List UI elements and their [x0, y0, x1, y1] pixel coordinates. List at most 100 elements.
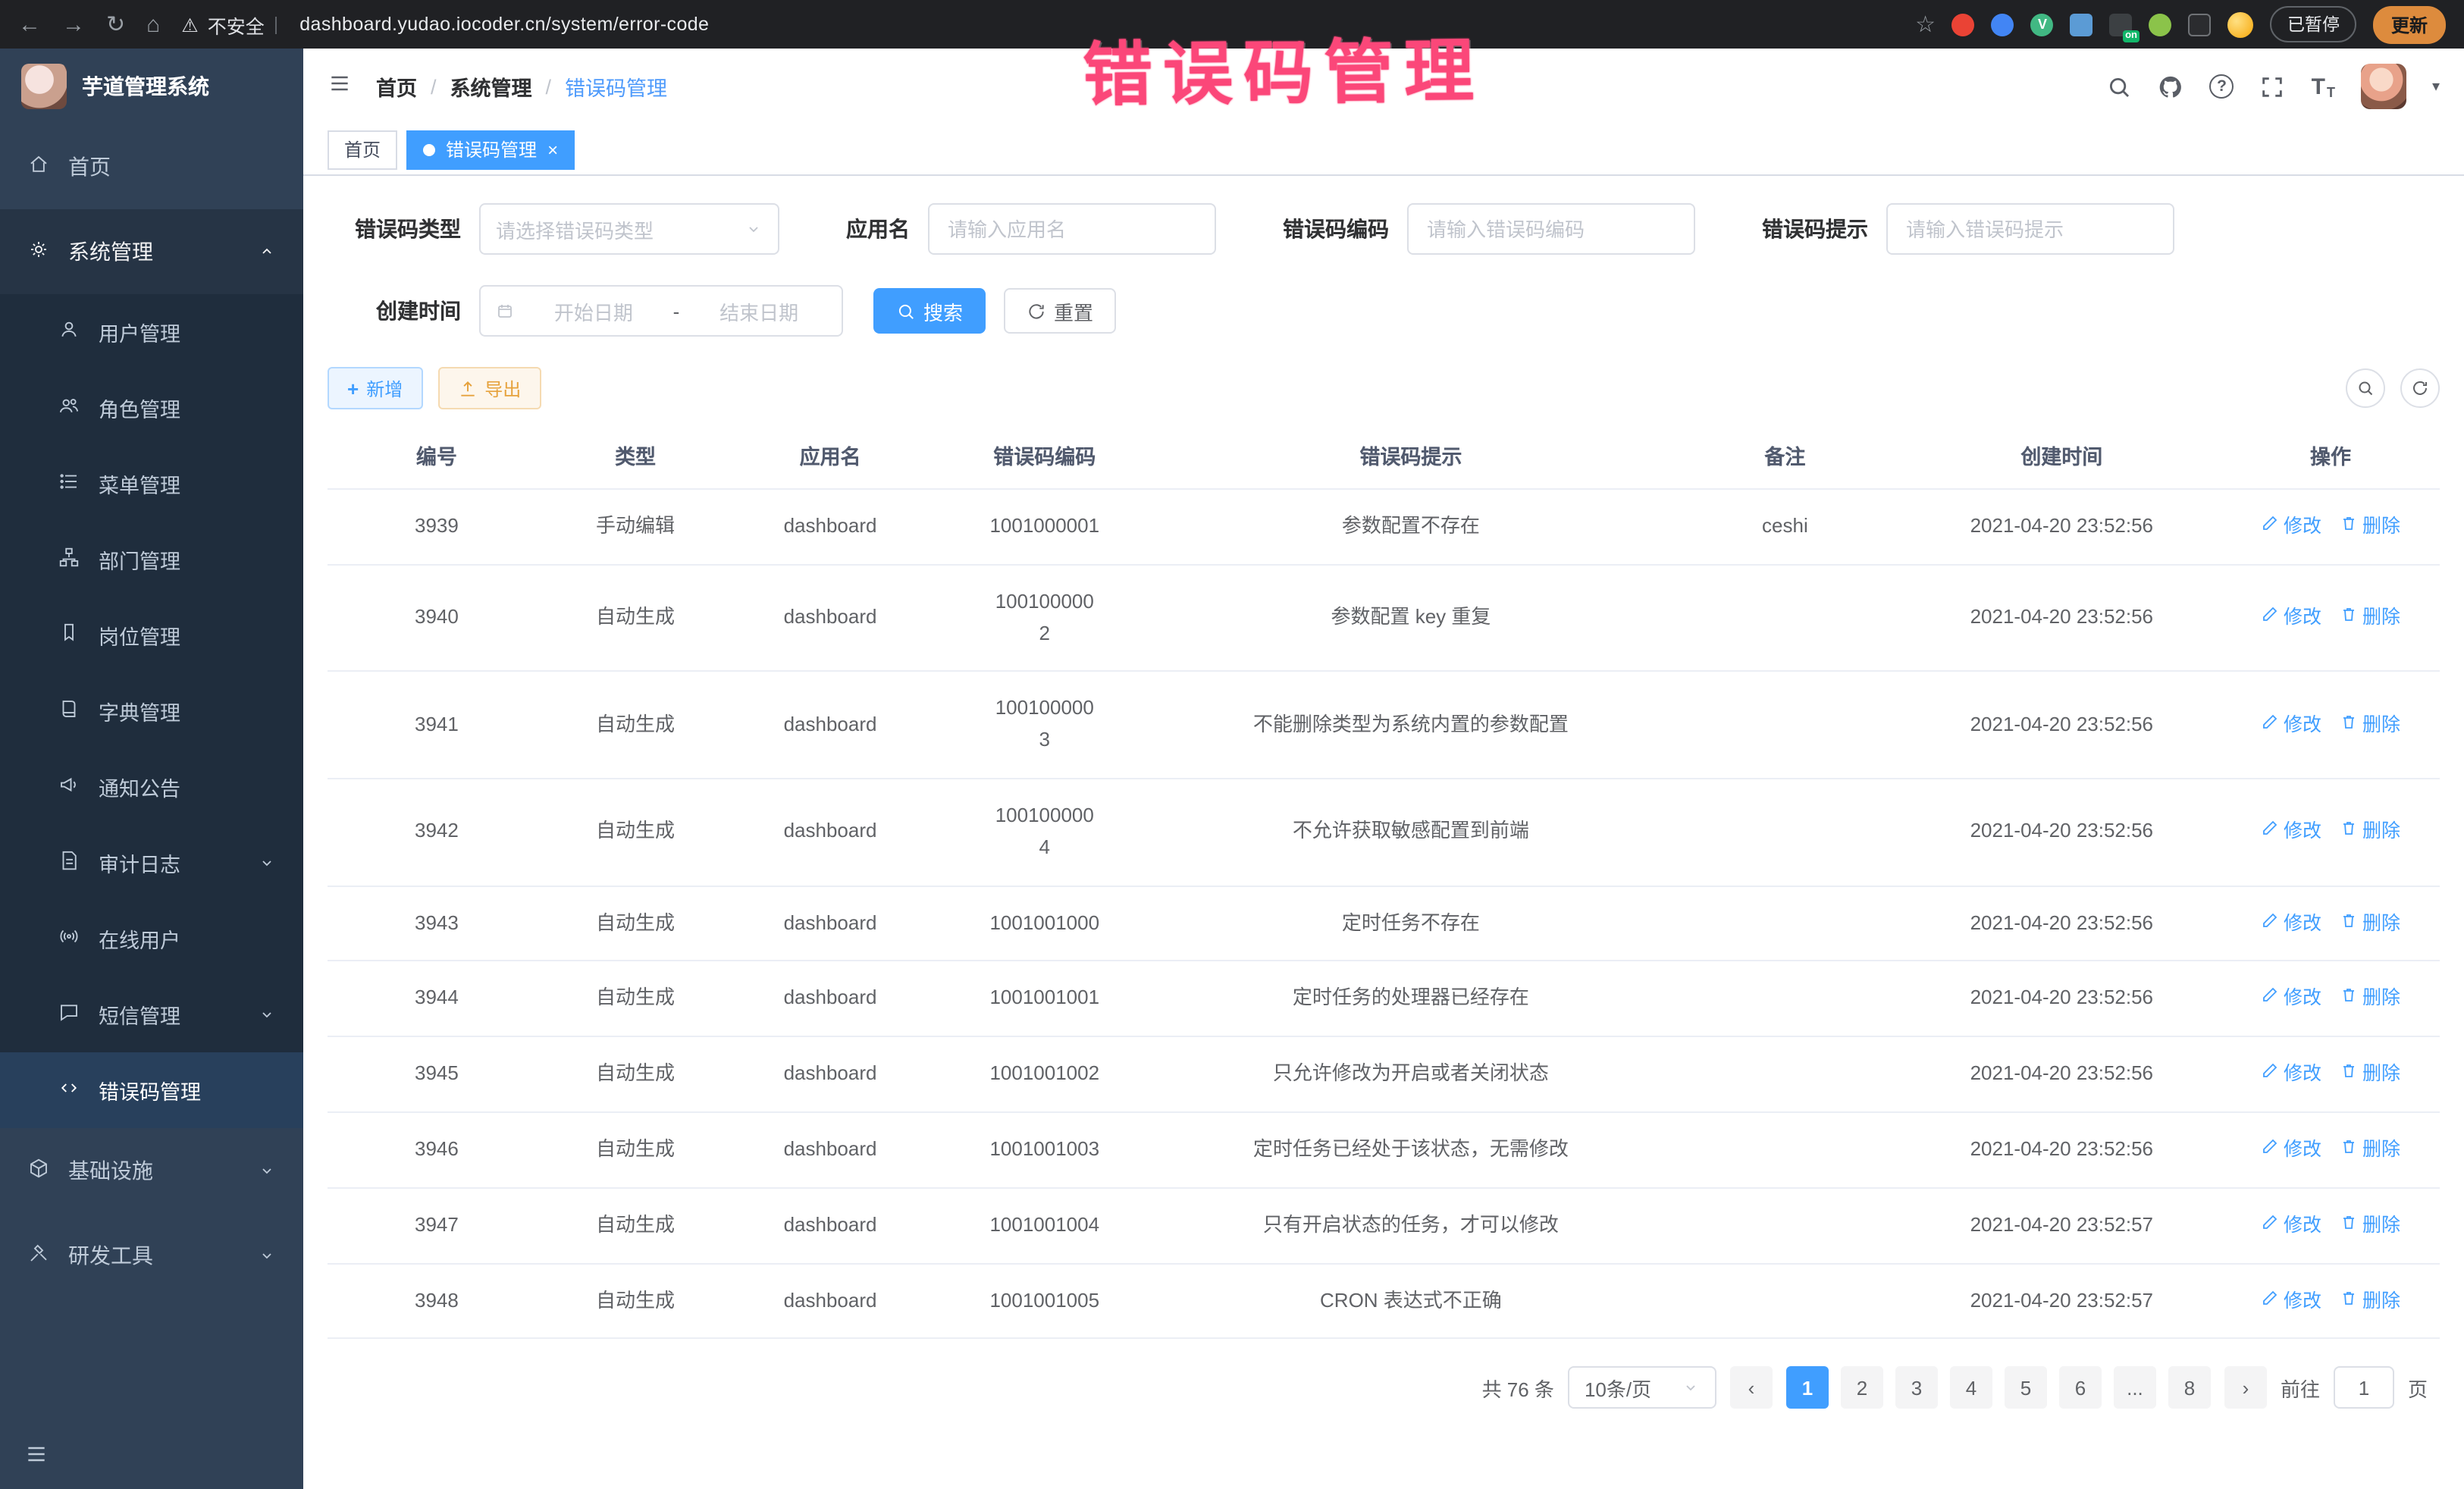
- refresh-table-button[interactable]: [2400, 368, 2440, 408]
- page-button[interactable]: 5: [2005, 1367, 2047, 1409]
- browser-profile-avatar[interactable]: [2228, 11, 2254, 37]
- page-button[interactable]: 8: [2168, 1367, 2211, 1409]
- breadcrumb-separator: /: [546, 75, 552, 98]
- delete-link[interactable]: 删除: [2340, 983, 2400, 1014]
- paused-badge[interactable]: 已暂停: [2271, 6, 2356, 42]
- page-button[interactable]: 4: [1950, 1367, 1992, 1409]
- toggle-search-button[interactable]: [2346, 368, 2385, 408]
- sidebar-item-posts[interactable]: 岗位管理: [0, 597, 303, 673]
- fullscreen-icon[interactable]: [2260, 74, 2286, 99]
- error-msg-input[interactable]: [1903, 216, 2158, 242]
- col-remark: 备注: [1668, 422, 1901, 489]
- home-icon[interactable]: ⌂: [146, 13, 160, 36]
- table-row: 3942自动生成dashboard1001000004不允许获取敏感配置到前端2…: [328, 779, 2440, 886]
- github-icon[interactable]: [2158, 74, 2184, 99]
- edit-link[interactable]: 修改: [2261, 710, 2321, 740]
- hamburger-icon[interactable]: [328, 71, 352, 102]
- proxy-ext-icon[interactable]: on: [2110, 13, 2133, 36]
- ext-grid-icon[interactable]: [2071, 13, 2093, 36]
- breadcrumb-home[interactable]: 首页: [376, 71, 417, 102]
- delete-link[interactable]: 删除: [2340, 908, 2400, 938]
- delete-link[interactable]: 删除: [2340, 602, 2400, 632]
- sidebar-item-system[interactable]: 系统管理: [0, 209, 303, 294]
- sidebar-item-notices[interactable]: 通知公告: [0, 749, 303, 825]
- edit-link[interactable]: 修改: [2261, 1058, 2321, 1089]
- bookmark-star-icon[interactable]: ☆: [1915, 13, 1936, 36]
- edit-link[interactable]: 修改: [2261, 1210, 2321, 1240]
- tab-close-icon[interactable]: ×: [547, 140, 558, 158]
- sidebar-item-devtools[interactable]: 研发工具: [0, 1213, 303, 1298]
- tab-error-code[interactable]: 错误码管理 ×: [406, 130, 575, 169]
- delete-link[interactable]: 删除: [2340, 1134, 2400, 1165]
- font-size-icon[interactable]: TT: [2312, 74, 2335, 99]
- page-button[interactable]: 1: [1786, 1367, 1829, 1409]
- reset-button[interactable]: 重置: [1004, 288, 1116, 334]
- add-button[interactable]: + 新增: [328, 367, 422, 409]
- page-more-button[interactable]: ...: [2114, 1367, 2156, 1409]
- sidebar-collapse-icon[interactable]: [24, 1442, 49, 1474]
- delete-link[interactable]: 删除: [2340, 1058, 2400, 1089]
- user-avatar[interactable]: [2361, 64, 2406, 109]
- goto-label: 前往: [2281, 1374, 2320, 1403]
- reload-icon[interactable]: ↻: [106, 13, 125, 36]
- delete-link[interactable]: 删除: [2340, 1210, 2400, 1240]
- edit-link[interactable]: 修改: [2261, 908, 2321, 938]
- export-button[interactable]: 导出: [437, 367, 541, 409]
- edit-link[interactable]: 修改: [2261, 602, 2321, 632]
- delete-link[interactable]: 删除: [2340, 710, 2400, 740]
- delete-link[interactable]: 删除: [2340, 511, 2400, 541]
- sidebar-item-online-users[interactable]: 在线用户: [0, 901, 303, 976]
- ext-red-icon[interactable]: [1952, 13, 1975, 36]
- edit-link[interactable]: 修改: [2261, 983, 2321, 1014]
- back-icon[interactable]: ←: [18, 13, 41, 36]
- delete-link[interactable]: 删除: [2340, 817, 2400, 847]
- page-button[interactable]: 6: [2059, 1367, 2102, 1409]
- goto-page-input[interactable]: [2334, 1367, 2394, 1409]
- sidebar-item-infrastructure[interactable]: 基础设施: [0, 1128, 303, 1213]
- edit-icon: [2261, 710, 2279, 740]
- page-button[interactable]: 3: [1895, 1367, 1938, 1409]
- logo[interactable]: 芋道管理系统: [0, 49, 303, 124]
- forward-icon[interactable]: →: [62, 13, 85, 36]
- edit-link[interactable]: 修改: [2261, 817, 2321, 847]
- page-size-select[interactable]: 10条/页: [1568, 1367, 1716, 1409]
- vue-devtools-icon[interactable]: V: [2031, 13, 2054, 36]
- ext-green-icon[interactable]: [2149, 13, 2172, 36]
- page-button[interactable]: 2: [1841, 1367, 1883, 1409]
- error-type-select[interactable]: 请选择错误码类型: [479, 203, 779, 255]
- error-code-input[interactable]: [1424, 216, 1679, 242]
- breadcrumb-system[interactable]: 系统管理: [450, 71, 532, 102]
- sidebar-item-users[interactable]: 用户管理: [0, 294, 303, 370]
- sidebar-item-label: 基础设施: [68, 1155, 153, 1186]
- sidebar-item-home[interactable]: 首页: [0, 124, 303, 209]
- browser-chrome: ← → ↻ ⌂ ⚠ 不安全 | dashboard.yudao.iocoder.…: [0, 0, 2464, 49]
- sidebar-item-departments[interactable]: 部门管理: [0, 522, 303, 597]
- sidebar-item-error-code[interactable]: 错误码管理: [0, 1052, 303, 1128]
- search-icon[interactable]: [2107, 74, 2133, 99]
- update-button[interactable]: 更新: [2373, 5, 2446, 43]
- ext-blue-icon[interactable]: [1992, 13, 2014, 36]
- sidebar-item-sms[interactable]: 短信管理: [0, 976, 303, 1052]
- date-range-picker[interactable]: 开始日期 - 结束日期: [479, 285, 843, 337]
- sidebar-item-roles[interactable]: 角色管理: [0, 370, 303, 446]
- address-bar[interactable]: dashboard.yudao.iocoder.cn/system/error-…: [299, 14, 709, 35]
- help-icon[interactable]: ?: [2210, 74, 2234, 99]
- tab-home[interactable]: 首页: [328, 130, 397, 169]
- app-name-input[interactable]: [945, 216, 1199, 242]
- filter-row-1: 错误码类型 请选择错误码类型 应用名 错误码编码: [328, 203, 2440, 255]
- org-tree-icon: [58, 546, 80, 573]
- search-button[interactable]: 搜索: [873, 288, 986, 334]
- sidebar-item-audit-log[interactable]: 审计日志: [0, 825, 303, 901]
- security-chip[interactable]: ⚠ 不安全 |: [181, 10, 278, 39]
- edit-link[interactable]: 修改: [2261, 511, 2321, 541]
- sidebar-item-menus[interactable]: 菜单管理: [0, 446, 303, 522]
- sidebar-item-dictionary[interactable]: 字典管理: [0, 673, 303, 749]
- cell-remark: ceshi: [1668, 489, 1901, 565]
- next-page-button[interactable]: ›: [2224, 1367, 2267, 1409]
- prev-page-button[interactable]: ‹: [1730, 1367, 1773, 1409]
- edit-link[interactable]: 修改: [2261, 1285, 2321, 1315]
- delete-link[interactable]: 删除: [2340, 1285, 2400, 1315]
- avatar-caret-icon[interactable]: ▾: [2432, 78, 2440, 95]
- extensions-pin-icon[interactable]: [2189, 13, 2212, 36]
- edit-link[interactable]: 修改: [2261, 1134, 2321, 1165]
